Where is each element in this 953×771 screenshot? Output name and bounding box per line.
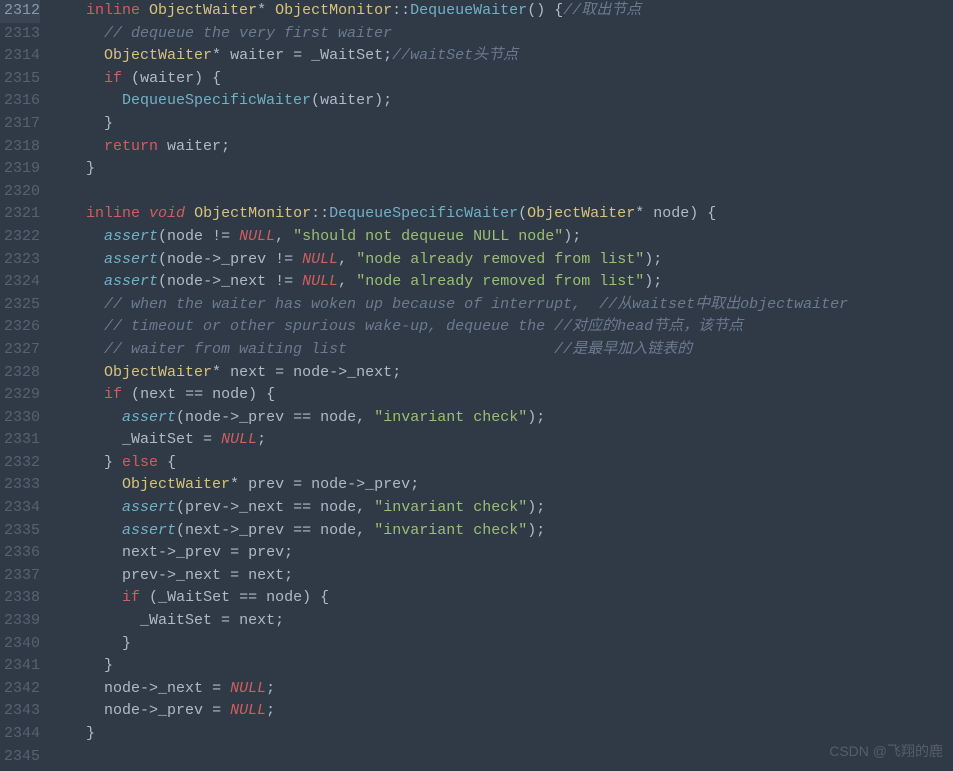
watermark-text: CSDN @飞翔的鹿 [829,740,943,763]
code-line[interactable]: // waiter from waiting list //是最早加入链表的 [68,339,848,362]
line-number: 2334 [0,497,40,520]
code-line[interactable]: // when the waiter has woken up because … [68,294,848,317]
line-number: 2335 [0,520,40,543]
line-number: 2331 [0,429,40,452]
code-line[interactable]: } [68,158,848,181]
line-number: 2339 [0,610,40,633]
line-number: 2330 [0,407,40,430]
line-number: 2314 [0,45,40,68]
code-line[interactable]: if (waiter) { [68,68,848,91]
line-number: 2328 [0,362,40,385]
code-line[interactable] [68,746,848,769]
line-number: 2342 [0,678,40,701]
code-line[interactable]: inline void ObjectMonitor::DequeueSpecif… [68,203,848,226]
code-line[interactable]: inline ObjectWaiter* ObjectMonitor::Dequ… [68,0,848,23]
code-line[interactable]: assert(node != NULL, "should not dequeue… [68,226,848,249]
code-line[interactable] [68,181,848,204]
code-line[interactable]: if (_WaitSet == node) { [68,587,848,610]
code-line[interactable]: prev->_next = next; [68,565,848,588]
line-number: 2321 [0,203,40,226]
line-number: 2329 [0,384,40,407]
code-line[interactable]: ObjectWaiter* next = node->_next; [68,362,848,385]
code-line[interactable]: } [68,633,848,656]
code-line[interactable]: if (next == node) { [68,384,848,407]
code-line[interactable]: node->_next = NULL; [68,678,848,701]
code-line[interactable]: } else { [68,452,848,475]
line-number: 2320 [0,181,40,204]
code-line[interactable]: assert(prev->_next == node, "invariant c… [68,497,848,520]
code-line[interactable]: } [68,723,848,746]
line-number: 2319 [0,158,40,181]
line-number: 2340 [0,633,40,656]
code-line[interactable]: assert(next->_prev == node, "invariant c… [68,520,848,543]
line-number: 2337 [0,565,40,588]
code-editor[interactable]: 2312231323142315231623172318231923202321… [0,0,953,768]
code-line[interactable]: node->_prev = NULL; [68,700,848,723]
line-number-gutter: 2312231323142315231623172318231923202321… [0,0,48,768]
line-number: 2338 [0,587,40,610]
code-line[interactable]: next->_prev = prev; [68,542,848,565]
code-line[interactable]: ObjectWaiter* waiter = _WaitSet;//waitSe… [68,45,848,68]
line-number: 2327 [0,339,40,362]
line-number: 2341 [0,655,40,678]
line-number: 2332 [0,452,40,475]
code-line[interactable]: DequeueSpecificWaiter(waiter); [68,90,848,113]
line-number: 2326 [0,316,40,339]
code-line[interactable]: } [68,655,848,678]
code-line[interactable]: assert(node->_prev == node, "invariant c… [68,407,848,430]
code-line[interactable]: assert(node->_next != NULL, "node alread… [68,271,848,294]
code-line[interactable]: } [68,113,848,136]
line-number: 2313 [0,23,40,46]
line-number: 2325 [0,294,40,317]
code-line[interactable]: ObjectWaiter* prev = node->_prev; [68,474,848,497]
line-number: 2333 [0,474,40,497]
line-number: 2317 [0,113,40,136]
code-line[interactable]: _WaitSet = next; [68,610,848,633]
code-line[interactable]: return waiter; [68,136,848,159]
line-number: 2336 [0,542,40,565]
line-number: 2343 [0,700,40,723]
code-line[interactable]: // dequeue the very first waiter [68,23,848,46]
line-number: 2316 [0,90,40,113]
line-number: 2315 [0,68,40,91]
line-number: 2323 [0,249,40,272]
code-area[interactable]: inline ObjectWaiter* ObjectMonitor::Dequ… [48,0,848,768]
line-number: 2345 [0,746,40,769]
line-number: 2312 [0,0,40,23]
line-number: 2322 [0,226,40,249]
line-number: 2324 [0,271,40,294]
line-number: 2318 [0,136,40,159]
line-number: 2344 [0,723,40,746]
code-line[interactable]: _WaitSet = NULL; [68,429,848,452]
code-line[interactable]: // timeout or other spurious wake-up, de… [68,316,848,339]
code-line[interactable]: assert(node->_prev != NULL, "node alread… [68,249,848,272]
